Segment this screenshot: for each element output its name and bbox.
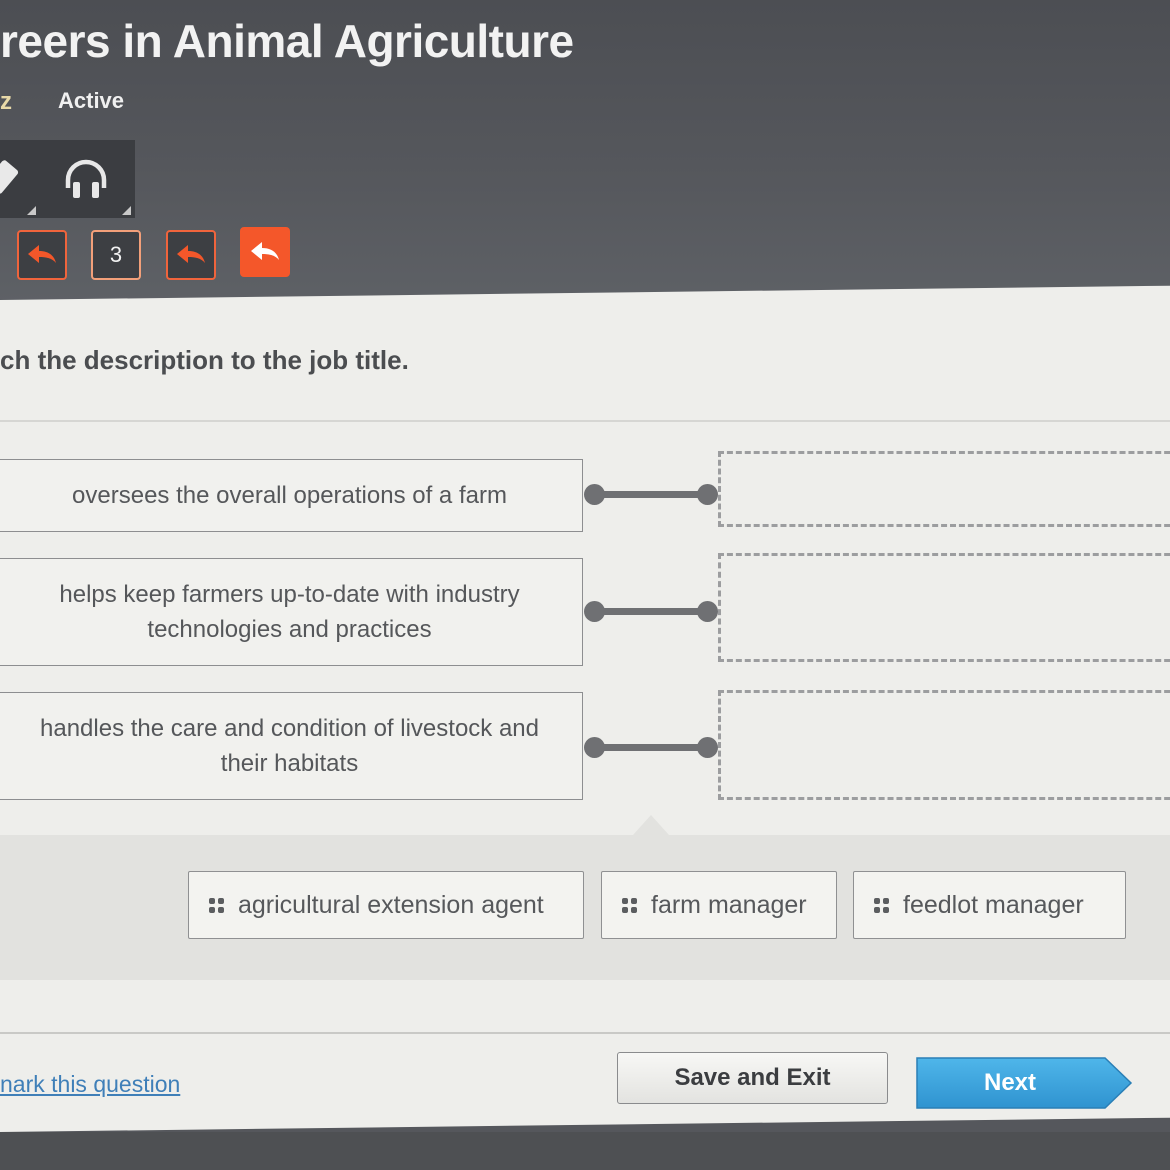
course-title: reers in Animal Agriculture — [0, 15, 574, 67]
answer-bank-notch — [633, 815, 669, 835]
connector-dot — [584, 484, 605, 505]
drop-zone[interactable] — [718, 451, 1170, 527]
connector-line — [584, 736, 718, 760]
connector-dot — [697, 484, 718, 505]
drag-handle-icon[interactable] — [209, 897, 224, 913]
return-arrow-icon — [251, 242, 279, 260]
drop-zone[interactable] — [718, 690, 1170, 800]
description-item: handles the care and condition of livest… — [0, 692, 583, 800]
connector-dot — [697, 601, 718, 622]
drag-handle-icon[interactable] — [874, 897, 889, 913]
back-button[interactable] — [17, 230, 67, 280]
headphones-icon[interactable] — [62, 158, 110, 200]
drop-zone[interactable] — [718, 553, 1170, 662]
answer-chip-label: agricultural extension agent — [238, 890, 544, 919]
headphones-menu-triangle[interactable] — [122, 206, 131, 215]
answer-chip-agricultural-extension-agent[interactable]: agricultural extension agent — [188, 871, 584, 939]
description-item: oversees the overall operations of a far… — [0, 459, 583, 532]
previous-arrow-icon — [177, 245, 205, 263]
next-label: Next — [983, 1069, 1037, 1096]
description-text: handles the care and condition of livest… — [40, 715, 539, 777]
connector-line — [584, 483, 718, 507]
connector-dot — [584, 737, 605, 758]
previous-button[interactable] — [166, 230, 216, 280]
description-text: oversees the overall operations of a far… — [72, 482, 507, 509]
mark-question-link[interactable]: nark this question — [0, 1071, 180, 1098]
answer-chip-farm-manager[interactable]: farm manager — [601, 871, 837, 939]
connector-dot — [584, 601, 605, 622]
answer-chip-feedlot-manager[interactable]: feedlot manager — [853, 871, 1126, 939]
pencil-menu-triangle[interactable] — [27, 206, 36, 215]
answer-chip-label: feedlot manager — [903, 890, 1084, 919]
description-item: helps keep farmers up-to-date with indus… — [0, 558, 583, 666]
drag-handle-icon[interactable] — [622, 897, 637, 913]
back-arrow-icon — [28, 245, 56, 263]
next-button[interactable]: Next — [915, 1057, 1133, 1109]
screen-bezel — [0, 1132, 1170, 1170]
question-number: 3 — [109, 242, 123, 267]
connector-dot — [697, 737, 718, 758]
answer-chip-label: farm manager — [651, 890, 807, 919]
divider — [0, 1032, 1170, 1034]
activity-type-label: z — [0, 88, 12, 115]
pencil-icon[interactable] — [0, 159, 20, 195]
question-prompt: ch the description to the job title. — [0, 345, 409, 375]
question-number-button[interactable]: 3 — [91, 230, 141, 280]
divider — [0, 420, 1170, 422]
return-button[interactable] — [240, 227, 290, 277]
save-and-exit-button[interactable]: Save and Exit — [617, 1052, 888, 1104]
status-label: Active — [58, 88, 125, 113]
connector-line — [584, 600, 718, 624]
save-and-exit-label: Save and Exit — [674, 1064, 831, 1091]
description-text: helps keep farmers up-to-date with indus… — [59, 581, 520, 643]
